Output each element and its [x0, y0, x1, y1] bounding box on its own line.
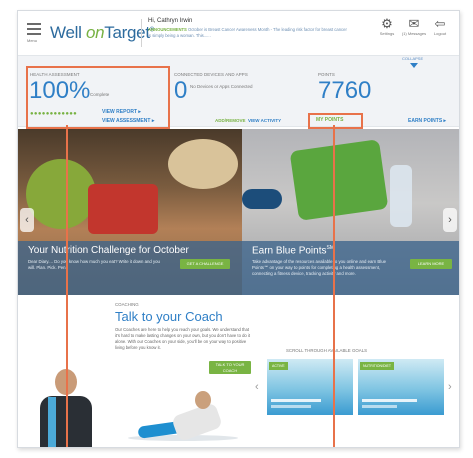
- bread-bowl-image: [168, 139, 238, 189]
- fitness-band-image: [242, 189, 282, 209]
- health-assessment-percent: 100%: [29, 77, 91, 104]
- blue-points-promo-card[interactable]: Earn Blue PointsSM Take advantage of the…: [242, 129, 459, 295]
- logout-button[interactable]: ⇦ Logout: [426, 16, 454, 37]
- water-bottle-image: [390, 165, 412, 227]
- get-challenge-button[interactable]: GET A CHALLENGE: [180, 259, 230, 269]
- my-points-link[interactable]: MY POINTS: [316, 117, 343, 123]
- goal-card-nutrition[interactable]: NUTRITION/DIET: [358, 359, 444, 415]
- app-window: Menu Well onTarget® Hi, Cathryn Irwin AN…: [17, 10, 460, 448]
- carousel-prev-arrow[interactable]: ‹: [20, 208, 34, 232]
- hamburger-icon: [27, 23, 41, 25]
- add-remove-link[interactable]: ADD/REMOVE: [215, 118, 246, 123]
- connected-devices-note: No Devices or Apps Connected: [190, 84, 253, 89]
- callout-line-points: [333, 125, 335, 447]
- menu-label: Menu: [27, 38, 38, 43]
- points-value: 7760: [318, 77, 372, 104]
- green-shirt-image: [289, 139, 389, 221]
- coaching-title: Talk to your Coach: [115, 309, 223, 324]
- nutrition-promo-body: Dear Diary.... Do you know how much you …: [28, 259, 160, 270]
- envelope-icon: ✉: [408, 16, 420, 31]
- goal-tag: NUTRITION/DIET: [360, 362, 394, 370]
- carousel-next-arrow[interactable]: ›: [443, 208, 457, 232]
- header-divider: [141, 19, 142, 47]
- coaching-body: Our Coaches are here to help you reach y…: [115, 327, 250, 350]
- view-activity-link[interactable]: VIEW ACTIVITY: [248, 118, 281, 123]
- callout-line-health: [66, 125, 68, 447]
- coaching-label: COACHING: [115, 302, 139, 307]
- announcement-ticker[interactable]: ANNOUNCEMENTS October is Breast Cancer A…: [148, 27, 348, 39]
- tomatoes-image: [88, 184, 158, 234]
- settings-button[interactable]: ⚙ Settings: [373, 16, 401, 37]
- talk-to-coach-button[interactable]: TALK TO YOUR COACH: [209, 361, 251, 374]
- announcement-label: ANNOUNCEMENTS: [148, 27, 187, 32]
- goals-carousel-label: SCROLL THROUGH AVAILABLE GOALS: [286, 348, 368, 353]
- points-links-row: ADD/REMOVE VIEW ACTIVITY: [215, 118, 281, 123]
- nutrition-promo-card[interactable]: Your Nutrition Challenge for October Dea…: [18, 129, 242, 295]
- goals-prev-arrow[interactable]: ‹: [255, 381, 259, 393]
- connected-devices-count: 0: [174, 77, 188, 104]
- collapse-arrow-icon[interactable]: [410, 63, 418, 68]
- view-assessment-link[interactable]: VIEW ASSESSMENT ▸: [102, 118, 154, 124]
- learn-more-button[interactable]: LEARN MORE: [410, 259, 452, 269]
- menu-button[interactable]: Menu: [27, 23, 41, 43]
- produce-basket-image: [26, 159, 96, 229]
- nutrition-promo-title: Your Nutrition Challenge for October: [28, 245, 189, 256]
- health-assessment-status: Complete: [90, 92, 110, 97]
- goal-card-active[interactable]: ACTIVE: [267, 359, 353, 415]
- well-on-target-logo[interactable]: Well onTarget®: [50, 23, 154, 43]
- blue-points-promo-title: Earn Blue PointsSM: [252, 245, 334, 257]
- assessment-progress-dots: ●●●●●●●●●●●●: [30, 111, 78, 117]
- goals-next-arrow[interactable]: ›: [448, 381, 452, 393]
- blue-points-promo-body: Take advantage of the resources availabl…: [252, 259, 387, 276]
- logout-icon: ⇦: [434, 16, 446, 31]
- goal-tag: ACTIVE: [269, 362, 288, 370]
- view-report-link[interactable]: VIEW REPORT ▸: [102, 109, 141, 115]
- user-greeting: Hi, Cathryn Irwin: [148, 18, 193, 24]
- messages-button[interactable]: ✉ (1) Messages: [400, 16, 428, 37]
- earn-points-link[interactable]: EARN POINTS ▸: [408, 118, 446, 124]
- collapse-link[interactable]: COLLAPSE: [402, 56, 423, 61]
- gear-icon: ⚙: [381, 16, 393, 31]
